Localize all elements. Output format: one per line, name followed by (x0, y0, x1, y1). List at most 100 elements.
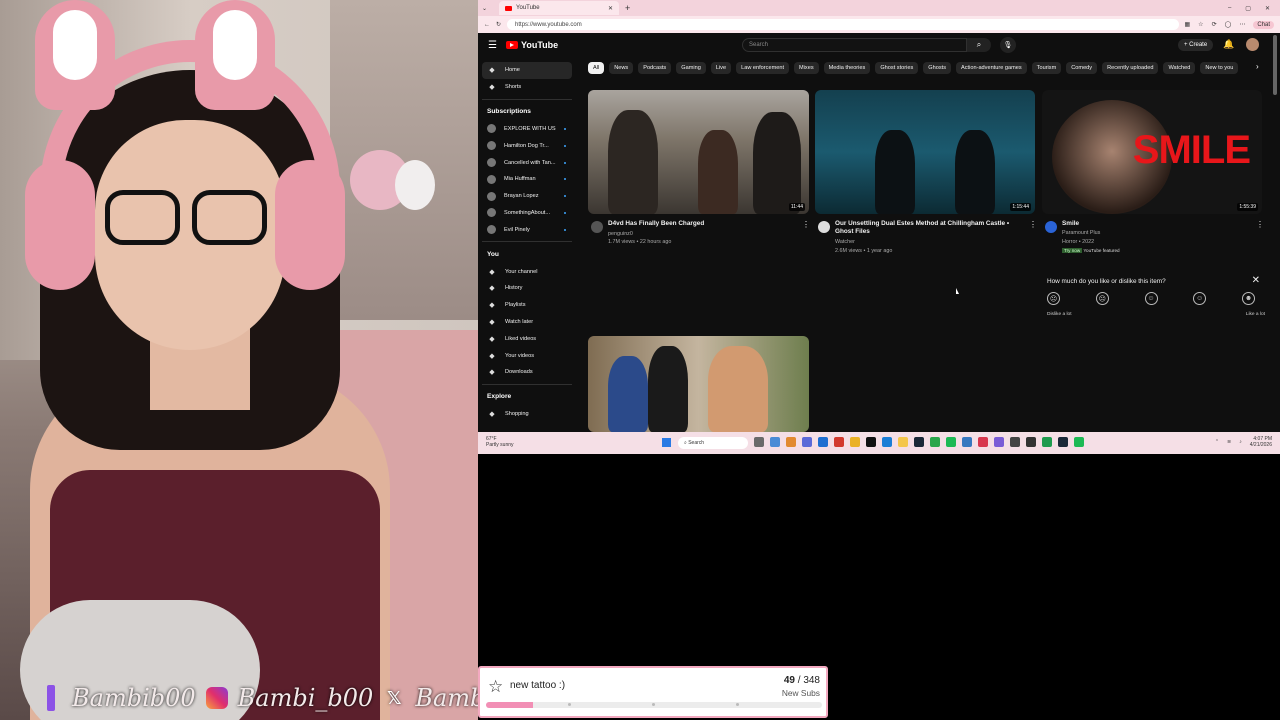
app-icon[interactable] (978, 437, 988, 447)
filter-chip[interactable]: Podcasts (638, 62, 672, 74)
volume-icon[interactable]: ♪ (1239, 439, 1242, 445)
video-thumbnail[interactable]: 11:44 (588, 90, 809, 214)
explore-header[interactable]: Explore (482, 388, 572, 406)
tray-chevron-icon[interactable]: ⌃ (1215, 439, 1219, 445)
video-card[interactable] (588, 336, 810, 432)
filter-chip[interactable]: Ghost stories (875, 62, 919, 74)
account-avatar[interactable] (1246, 38, 1259, 51)
video-thumbnail[interactable]: 1:15:44 (815, 90, 1035, 214)
sidebar-item[interactable]: Evil Pinely (482, 221, 572, 238)
sidebar-item[interactable]: ◆ Shorts (482, 79, 572, 96)
app-icon[interactable] (834, 437, 844, 447)
filter-chip[interactable]: Ghosts (923, 62, 952, 74)
channel-name[interactable]: Paramount Plus (1062, 229, 1100, 237)
hamburger-menu-icon[interactable]: ☰ (488, 40, 506, 51)
filter-chip[interactable]: Gaming (676, 62, 706, 74)
you-header[interactable]: You (482, 245, 572, 263)
filter-chip[interactable]: Action-adventure games (956, 62, 1027, 74)
video-title[interactable]: Smile (1062, 220, 1252, 228)
sidebar-item[interactable]: ◆ Watch later (482, 314, 572, 331)
taskbar-search[interactable]: ⌕ Search (678, 437, 748, 449)
channel-avatar[interactable] (818, 221, 830, 233)
clock[interactable]: 4:07 PM 4/21/2026 (1250, 436, 1272, 448)
profile-icon[interactable]: ◯ (1225, 21, 1232, 28)
app-icon[interactable] (770, 437, 780, 447)
rating-like-icon[interactable]: ☺ (1193, 292, 1207, 305)
sidebar-item[interactable]: ◆ History (482, 280, 572, 297)
filter-chip[interactable]: Live (710, 62, 732, 74)
chips-next-icon[interactable]: › (1256, 62, 1259, 71)
tiktok-icon[interactable] (866, 437, 876, 447)
extensions-icon[interactable]: ▦ (1185, 21, 1191, 28)
filter-chip[interactable]: Media theories (823, 62, 871, 74)
sidebar-item[interactable]: SomethingAbout... (482, 205, 572, 222)
sidebar-item[interactable]: ◆ Playlists (482, 297, 572, 314)
wifi-icon[interactable]: ≋ (1227, 439, 1231, 445)
discord-icon[interactable] (994, 437, 1004, 447)
try-now-badge[interactable]: Try now (1062, 248, 1083, 253)
rating-dislike-a-lot-icon[interactable]: ☹ (1047, 292, 1060, 305)
spotify-icon[interactable] (1074, 437, 1084, 447)
app-icon[interactable] (930, 437, 940, 447)
bookmark-icon[interactable]: ☆ (1198, 21, 1203, 28)
rating-like-a-lot-icon[interactable]: ☻ (1242, 292, 1255, 305)
sidebar-item[interactable]: ◆ Your channel (482, 263, 572, 280)
app-icon[interactable] (802, 437, 812, 447)
edge-icon[interactable] (882, 437, 892, 447)
filter-chip[interactable]: News (609, 62, 634, 74)
sidebar-item[interactable]: ◆ Liked videos (482, 330, 572, 347)
refresh-icon[interactable]: ⟳ (1212, 21, 1217, 28)
task-view-icon[interactable] (754, 437, 764, 447)
video-thumbnail[interactable]: SMILE 1:55:39 (1042, 90, 1262, 214)
sidebar-item[interactable]: ◆ Shopping (482, 406, 572, 423)
sidebar-item[interactable]: ◆ Your videos (482, 347, 572, 364)
more-options-icon[interactable]: ⋮ (1256, 220, 1264, 229)
app-icon[interactable] (962, 437, 972, 447)
video-thumbnail[interactable] (588, 336, 809, 432)
more-options-icon[interactable]: ⋮ (802, 220, 810, 229)
close-window-icon[interactable]: ✕ (1265, 5, 1270, 12)
chrome-icon[interactable] (850, 437, 860, 447)
tab-youtube[interactable]: YouTube ✕ (499, 1, 620, 15)
url-field[interactable]: https://www.youtube.com (507, 19, 1179, 30)
chat-button[interactable]: Chat (1253, 20, 1274, 29)
video-card[interactable]: 1:15:44 Our Unsettling Dual Estes Method… (815, 90, 1037, 260)
folder-icon[interactable] (898, 437, 908, 447)
rating-neutral-icon[interactable]: ☺ (1144, 292, 1158, 305)
outlook-icon[interactable] (818, 437, 828, 447)
maximize-icon[interactable]: ▢ (1245, 5, 1251, 12)
sidebar-item[interactable]: Mia Huffman (482, 171, 572, 188)
channel-avatar[interactable] (1045, 221, 1057, 233)
page-scrollbar[interactable] (1273, 35, 1277, 95)
tab-list-icon[interactable]: ⌄ (482, 5, 487, 12)
back-icon[interactable]: ← (484, 22, 490, 28)
weather-widget[interactable]: 67°F Partly sunny (486, 436, 514, 448)
video-title[interactable]: D4vd Has Finally Been Charged (608, 220, 798, 228)
sidebar-item[interactable]: ◆ Home (482, 62, 572, 79)
app-icon[interactable] (1010, 437, 1020, 447)
app-icon[interactable] (786, 437, 796, 447)
filter-chip[interactable]: All (588, 62, 605, 74)
filter-chip[interactable]: Law enforcement (736, 62, 790, 74)
minimize-icon[interactable]: – (1228, 5, 1231, 12)
windows-start-icon[interactable] (662, 438, 671, 447)
close-tab-icon[interactable]: ✕ (608, 5, 613, 12)
search-input[interactable]: Search (742, 38, 967, 52)
channel-avatar[interactable] (591, 221, 603, 233)
rating-dislike-icon[interactable]: ☹ (1095, 292, 1109, 305)
video-card[interactable]: 11:44 D4vd Has Finally Been Charged peng… (588, 90, 810, 250)
video-card[interactable]: SMILE 1:55:39 Smile Paramount Plus Horro… (1042, 90, 1264, 260)
filter-chip[interactable]: Watched (1163, 62, 1196, 74)
notifications-bell-icon[interactable]: 🔔 (1223, 39, 1234, 50)
close-icon[interactable]: ✕ (1252, 275, 1260, 286)
more-options-icon[interactable]: ⋮ (1029, 220, 1037, 229)
sidebar-item[interactable]: Cancelled with Tan... (482, 154, 572, 171)
video-title[interactable]: Our Unsettling Dual Estes Method at Chil… (835, 220, 1027, 236)
steam-icon[interactable] (914, 437, 924, 447)
sidebar-item[interactable]: EXPLORE WITH US (482, 121, 572, 138)
filter-chip[interactable]: Comedy (1066, 62, 1098, 74)
menu-icon[interactable]: ⋯ (1239, 21, 1245, 28)
subscriptions-header[interactable]: Subscriptions (482, 103, 572, 121)
channel-name[interactable]: penguinz0 (608, 230, 633, 238)
search-button[interactable]: ⌕ (967, 38, 991, 52)
